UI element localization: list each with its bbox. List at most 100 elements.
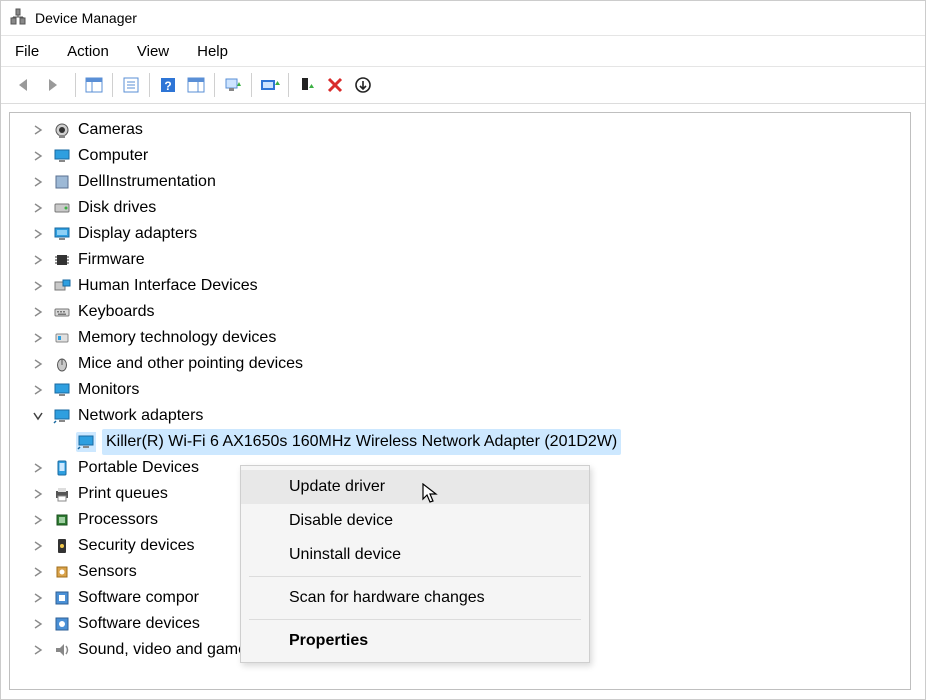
window-title: Device Manager: [35, 10, 137, 26]
tree-item-keyboards[interactable]: Keyboards: [32, 299, 910, 325]
tree-label: Cameras: [78, 117, 143, 143]
tree-label: Disk drives: [78, 195, 156, 221]
chevron-right-icon[interactable]: [32, 592, 44, 604]
chevron-right-icon[interactable]: [32, 332, 44, 344]
tree-item-hid[interactable]: Human Interface Devices: [32, 273, 910, 299]
mouse-icon: [52, 354, 72, 374]
tree-label: Portable Devices: [78, 455, 199, 481]
chevron-right-icon[interactable]: [32, 254, 44, 266]
tree-pane: Cameras Computer DellInstrumentation Dis…: [1, 104, 925, 699]
context-menu-uninstall-device[interactable]: Uninstall device: [241, 538, 589, 572]
tree-item-firmware[interactable]: Firmware: [32, 247, 910, 273]
tree-item-computer[interactable]: Computer: [32, 143, 910, 169]
uninstall-device-button[interactable]: [321, 71, 349, 99]
svg-text:?: ?: [164, 79, 171, 93]
tree-item-network-adapters[interactable]: Network adapters: [32, 403, 910, 429]
chevron-right-icon[interactable]: [32, 618, 44, 630]
tree-item-disk-drives[interactable]: Disk drives: [32, 195, 910, 221]
chevron-down-icon[interactable]: [32, 410, 44, 422]
context-menu-label: Update driver: [289, 478, 385, 496]
device-tree[interactable]: Cameras Computer DellInstrumentation Dis…: [9, 112, 911, 690]
show-hide-tree-button[interactable]: [80, 71, 108, 99]
device-manager-window: Device Manager File Action View Help: [0, 0, 926, 700]
chevron-right-icon[interactable]: [32, 176, 44, 188]
chevron-right-icon[interactable]: [32, 358, 44, 370]
tree-item-cameras[interactable]: Cameras: [32, 117, 910, 143]
chevron-right-icon[interactable]: [32, 384, 44, 396]
chevron-right-icon[interactable]: [32, 228, 44, 240]
tree-label: Memory technology devices: [78, 325, 276, 351]
context-menu-label: Disable device: [289, 512, 393, 530]
chip-icon: [52, 250, 72, 270]
chevron-right-icon[interactable]: [32, 202, 44, 214]
display-adapter-icon: [52, 224, 72, 244]
titlebar: Device Manager: [1, 1, 925, 36]
tree-label: Security devices: [78, 533, 195, 559]
tree-item-monitors[interactable]: Monitors: [32, 377, 910, 403]
tree-item-wifi-adapter[interactable]: Killer(R) Wi-Fi 6 AX1650s 160MHz Wireles…: [76, 429, 910, 455]
monitor-icon: [52, 146, 72, 166]
speaker-icon: [52, 640, 72, 660]
properties-button[interactable]: [117, 71, 145, 99]
tree-label: Software compor: [78, 585, 199, 611]
tree-item-display-adapters[interactable]: Display adapters: [32, 221, 910, 247]
tree-label: Display adapters: [78, 221, 197, 247]
chevron-right-icon[interactable]: [32, 514, 44, 526]
chevron-right-icon[interactable]: [32, 462, 44, 474]
tree-item-memory-tech[interactable]: Memory technology devices: [32, 325, 910, 351]
menu-file[interactable]: File: [11, 40, 43, 63]
chevron-right-icon[interactable]: [32, 124, 44, 136]
menu-action[interactable]: Action: [63, 40, 113, 63]
scan-hardware-button[interactable]: [219, 71, 247, 99]
app-icon: [9, 8, 27, 29]
chevron-right-icon[interactable]: [32, 150, 44, 162]
security-icon: [52, 536, 72, 556]
enable-device-button[interactable]: [293, 71, 321, 99]
system-icon: [52, 172, 72, 192]
printer-icon: [52, 484, 72, 504]
camera-icon: [52, 120, 72, 140]
software-component-icon: [52, 588, 72, 608]
tree-label: Killer(R) Wi-Fi 6 AX1650s 160MHz Wireles…: [106, 433, 617, 450]
hid-icon: [52, 276, 72, 296]
chevron-right-icon[interactable]: [32, 566, 44, 578]
context-menu-label: Uninstall device: [289, 546, 401, 564]
tree-item-mice[interactable]: Mice and other pointing devices: [32, 351, 910, 377]
chevron-right-icon[interactable]: [32, 306, 44, 318]
tree-label: Print queues: [78, 481, 168, 507]
context-menu-disable-device[interactable]: Disable device: [241, 504, 589, 538]
tree-label: Monitors: [78, 377, 139, 403]
context-menu-separator: [249, 576, 581, 577]
tree-item-dellinstrumentation[interactable]: DellInstrumentation: [32, 169, 910, 195]
update-driver-button[interactable]: [256, 71, 284, 99]
chevron-right-icon[interactable]: [32, 644, 44, 656]
context-menu-scan-hardware[interactable]: Scan for hardware changes: [241, 581, 589, 615]
context-menu-label: Properties: [289, 632, 368, 650]
forward-button[interactable]: [39, 71, 67, 99]
network-adapter-icon: [52, 406, 72, 426]
help-button[interactable]: ?: [154, 71, 182, 99]
context-menu-update-driver[interactable]: Update driver: [241, 470, 589, 504]
menu-help[interactable]: Help: [193, 40, 232, 63]
context-menu-label: Scan for hardware changes: [289, 589, 485, 607]
chevron-right-icon[interactable]: [32, 488, 44, 500]
context-menu-separator: [249, 619, 581, 620]
disk-icon: [52, 198, 72, 218]
context-menu-properties[interactable]: Properties: [241, 624, 589, 658]
tree-label: Software devices: [78, 611, 200, 637]
chevron-right-icon[interactable]: [32, 280, 44, 292]
software-device-icon: [52, 614, 72, 634]
menubar: File Action View Help: [1, 36, 925, 67]
sensor-icon: [52, 562, 72, 582]
phone-icon: [52, 458, 72, 478]
chevron-right-icon[interactable]: [32, 540, 44, 552]
tree-label: Human Interface Devices: [78, 273, 258, 299]
memory-icon: [52, 328, 72, 348]
action-pane-button[interactable]: [182, 71, 210, 99]
menu-view[interactable]: View: [133, 40, 173, 63]
back-button[interactable]: [11, 71, 39, 99]
add-legacy-hardware-button[interactable]: [349, 71, 377, 99]
tree-label: Network adapters: [78, 403, 203, 429]
keyboard-icon: [52, 302, 72, 322]
tree-label: Sensors: [78, 559, 137, 585]
